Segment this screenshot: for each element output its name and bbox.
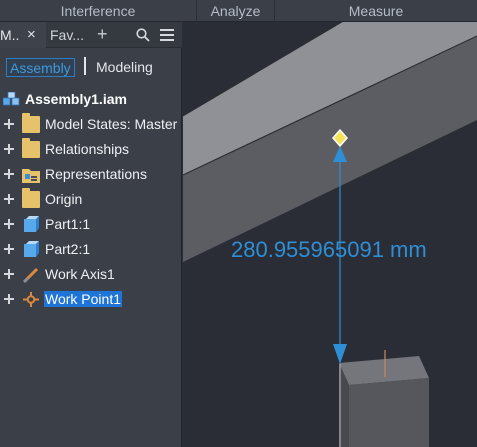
- search-icon[interactable]: [136, 28, 150, 42]
- tree-node-label: Model States: Master: [45, 116, 178, 132]
- ribbon-panel-analyze[interactable]: Analyze: [197, 0, 275, 22]
- tree-node-label: Origin: [45, 191, 83, 207]
- expand-icon[interactable]: [4, 294, 14, 304]
- tree-node-part1[interactable]: Part1:1: [0, 213, 182, 238]
- ribbon-panel-interference[interactable]: Interference: [0, 0, 197, 22]
- tab-favorites[interactable]: Fav...: [50, 22, 84, 48]
- browser-mode-bar: Assembly Modeling: [0, 49, 182, 83]
- tree-node-label: Work Axis1: [45, 266, 115, 282]
- work-axis-icon: [22, 267, 39, 283]
- tab-model[interactable]: M.. ×: [0, 22, 46, 48]
- expand-icon[interactable]: [4, 219, 14, 229]
- tree-node-representations[interactable]: Representations: [0, 163, 182, 188]
- graphics-viewport[interactable]: 280.955965091 mm: [183, 22, 477, 447]
- tree-node-work-point[interactable]: Work Point1: [0, 288, 182, 313]
- model-browser: M.. × Fav... + Assembly Modeling Assembl…: [0, 22, 182, 447]
- representations-icon: [22, 169, 40, 183]
- folder-icon: [22, 113, 40, 133]
- measurement-readout: 280.955965091 mm: [231, 237, 427, 262]
- tree-node-work-axis[interactable]: Work Axis1: [0, 263, 182, 288]
- expand-icon[interactable]: [4, 244, 14, 254]
- folder-icon: [22, 188, 40, 208]
- tree-root-label: Assembly1.iam: [25, 91, 127, 107]
- part-icon: [24, 216, 39, 232]
- work-point-icon: [23, 292, 39, 307]
- folder-icon: [22, 138, 40, 158]
- assembly-mode-button[interactable]: Assembly: [6, 58, 75, 77]
- tree-node-origin[interactable]: Origin: [0, 188, 182, 213]
- close-icon[interactable]: ×: [27, 22, 36, 48]
- tree-node-part2[interactable]: Part2:1: [0, 238, 182, 263]
- mode-separator: [84, 57, 86, 75]
- browser-tab-bar: M.. × Fav... +: [0, 22, 182, 48]
- modeling-mode-button[interactable]: Modeling: [96, 59, 153, 75]
- assembly-icon: [3, 92, 20, 106]
- block-front-face: [349, 378, 429, 447]
- expand-icon[interactable]: [4, 144, 14, 154]
- expand-icon[interactable]: [4, 119, 14, 129]
- tree-node-relationships[interactable]: Relationships: [0, 138, 182, 163]
- part-icon: [24, 241, 39, 257]
- tree-root[interactable]: Assembly1.iam: [0, 88, 182, 113]
- tree-node-label: Part1:1: [45, 216, 91, 232]
- hamburger-menu-icon[interactable]: [160, 29, 174, 41]
- tree-node-label: Part2:1: [45, 241, 91, 257]
- viewport-scene: [183, 22, 477, 447]
- tab-model-label: M..: [0, 27, 20, 43]
- ribbon-panel-bar: Interference Analyze Measure: [0, 0, 477, 22]
- tree-node-label: Relationships: [45, 141, 130, 157]
- tree-node-model-states[interactable]: Model States: Master: [0, 113, 182, 138]
- tree-node-label-selected: Work Point1: [44, 291, 122, 307]
- expand-icon[interactable]: [4, 194, 14, 204]
- ribbon-panel-measure[interactable]: Measure: [275, 0, 477, 22]
- tree-node-label: Representations: [45, 166, 147, 182]
- dimension-arrow-bottom: [333, 344, 347, 364]
- add-tab-icon[interactable]: +: [97, 22, 108, 47]
- expand-icon[interactable]: [4, 269, 14, 279]
- expand-icon[interactable]: [4, 169, 14, 179]
